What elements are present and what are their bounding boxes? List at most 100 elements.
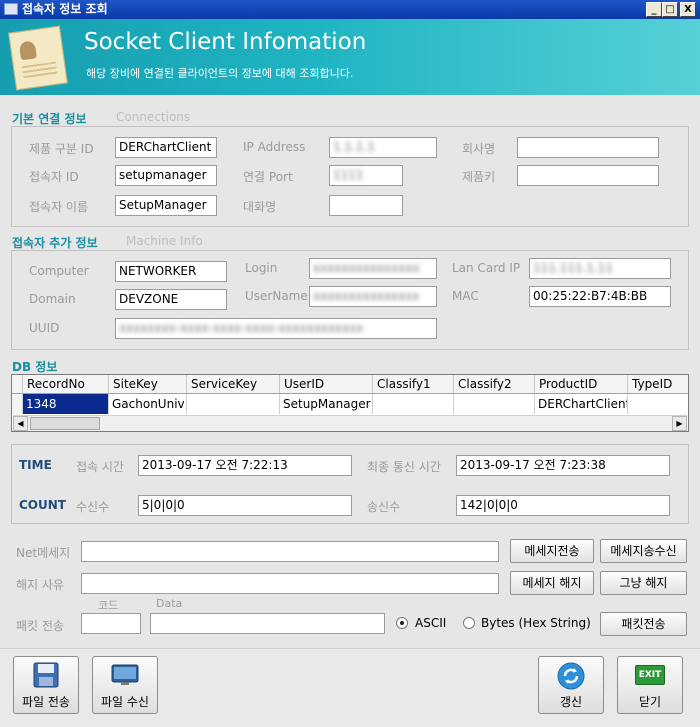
computer-field[interactable]: NETWORKER bbox=[115, 261, 227, 282]
column-header[interactable]: RecordNo bbox=[23, 375, 109, 394]
username-value: xxxxxxxxxxxxxxx bbox=[313, 289, 420, 303]
code-label: 코드 bbox=[98, 599, 119, 612]
username-label: UserName bbox=[245, 289, 308, 303]
send-receive-message-button[interactable]: 메세지송수신 bbox=[600, 539, 687, 563]
port-field[interactable]: 1111 bbox=[329, 165, 403, 186]
chat-name-field[interactable] bbox=[329, 195, 403, 216]
column-header[interactable]: SiteKey bbox=[109, 375, 187, 394]
packet-send-button[interactable]: 패킷전송 bbox=[600, 612, 687, 636]
column-header[interactable]: Classify2 bbox=[454, 375, 535, 394]
file-send-label: 파일 전송 bbox=[22, 695, 70, 709]
exit-icon: EXIT bbox=[635, 665, 665, 685]
ip-address-label: IP Address bbox=[243, 140, 306, 154]
profile-document-icon bbox=[8, 25, 68, 91]
refresh-icon bbox=[557, 662, 585, 690]
column-header[interactable]: TypeID bbox=[628, 375, 688, 394]
table-cell[interactable] bbox=[454, 394, 535, 414]
connect-time-field[interactable]: 2013-09-17 오전 7:22:13 bbox=[138, 455, 352, 476]
column-header[interactable]: ServiceKey bbox=[187, 375, 280, 394]
column-header[interactable]: ProductID bbox=[535, 375, 628, 394]
packet-code-input[interactable] bbox=[81, 613, 141, 634]
horizontal-scrollbar[interactable]: ◀ ▶ bbox=[13, 415, 687, 431]
table-cell[interactable] bbox=[373, 394, 454, 414]
computer-label: Computer bbox=[29, 264, 89, 278]
ip-address-value: 1.1.1.1 bbox=[333, 140, 375, 154]
banner-subtitle: 해당 장비에 연결된 클라이언트의 정보에 대해 조회합니다. bbox=[86, 67, 354, 80]
lan-card-ip-field[interactable]: 111.111.1.11 bbox=[529, 258, 671, 279]
floppy-disk-icon bbox=[33, 662, 59, 688]
uuid-label: UUID bbox=[29, 321, 60, 335]
ascii-radio-label: ASCII bbox=[415, 616, 447, 630]
db-info-header: DB 정보 bbox=[12, 360, 58, 374]
user-name-field[interactable]: SetupManager bbox=[115, 195, 217, 216]
file-send-button[interactable]: 파일 전송 bbox=[13, 656, 79, 714]
ip-address-field[interactable]: 1.1.1.1 bbox=[329, 137, 437, 158]
lan-card-ip-value: 111.111.1.11 bbox=[533, 261, 614, 275]
product-key-label: 제품키 bbox=[462, 170, 496, 184]
db-data-grid: RecordNo SiteKey ServiceKey UserID Class… bbox=[11, 374, 689, 432]
refresh-label: 갱신 bbox=[559, 695, 583, 709]
release-reason-input[interactable] bbox=[81, 573, 499, 594]
uuid-value: xxxxxxxx-xxxx-xxxx-xxxx-xxxxxxxxxxxx bbox=[119, 321, 364, 335]
scroll-thumb[interactable] bbox=[30, 417, 100, 430]
mac-field[interactable]: 00:25:22:B7:4B:BB bbox=[529, 286, 671, 307]
monitor-icon bbox=[111, 664, 139, 685]
row-header-cell[interactable] bbox=[12, 394, 23, 414]
login-label: Login bbox=[245, 261, 278, 275]
product-id-field[interactable]: DERChartClient bbox=[115, 137, 217, 158]
port-value: 1111 bbox=[333, 168, 364, 182]
company-label: 회사명 bbox=[462, 142, 496, 156]
release-with-message-button[interactable]: 메세지 해지 bbox=[510, 571, 594, 595]
lan-card-ip-label: Lan Card IP bbox=[452, 261, 521, 275]
user-name-label: 접속자 이름 bbox=[29, 200, 89, 214]
release-reason-label: 해지 사유 bbox=[16, 578, 64, 592]
packet-send-label: 패킷 전송 bbox=[16, 619, 64, 633]
hex-bytes-radio[interactable] bbox=[463, 617, 475, 629]
table-cell[interactable]: SetupManager bbox=[280, 394, 373, 414]
last-comm-time-label: 최종 통신 시간 bbox=[367, 460, 441, 474]
domain-field[interactable]: DEVZONE bbox=[115, 289, 227, 310]
company-field[interactable] bbox=[517, 137, 659, 158]
uuid-field[interactable]: xxxxxxxx-xxxx-xxxx-xxxx-xxxxxxxxxxxx bbox=[115, 318, 437, 339]
product-key-field[interactable] bbox=[517, 165, 659, 186]
connect-time-label: 접속 시간 bbox=[76, 460, 124, 474]
user-id-label: 접속자 ID bbox=[29, 170, 79, 184]
just-release-button[interactable]: 그냥 해지 bbox=[600, 571, 687, 595]
user-id-field[interactable]: setupmanager bbox=[115, 165, 217, 186]
count-label: COUNT bbox=[19, 498, 66, 512]
refresh-button[interactable]: 갱신 bbox=[538, 656, 604, 714]
username-field[interactable]: xxxxxxxxxxxxxxx bbox=[309, 286, 437, 307]
file-receive-label: 파일 수신 bbox=[101, 695, 149, 709]
ascii-radio[interactable] bbox=[396, 617, 408, 629]
login-field[interactable]: xxxxxxxxxxxxxxx bbox=[309, 258, 437, 279]
column-header[interactable]: Classify1 bbox=[373, 375, 454, 394]
recv-count-field[interactable]: 5|0|0|0 bbox=[138, 495, 352, 516]
domain-label: Domain bbox=[29, 292, 76, 306]
scroll-right-icon[interactable]: ▶ bbox=[672, 416, 687, 431]
table-cell[interactable] bbox=[187, 394, 280, 414]
file-receive-button[interactable]: 파일 수신 bbox=[92, 656, 158, 714]
send-count-field[interactable]: 142|0|0|0 bbox=[456, 495, 670, 516]
machine-info-header-en: Machine Info bbox=[126, 234, 203, 248]
packet-data-input[interactable] bbox=[150, 613, 385, 634]
connections-header: 기본 연결 정보 bbox=[12, 112, 87, 126]
machine-info-header: 접속자 추가 정보 bbox=[12, 236, 98, 250]
send-message-button[interactable]: 메세지전송 bbox=[510, 539, 594, 563]
scroll-left-icon[interactable]: ◀ bbox=[13, 416, 28, 431]
column-header[interactable]: UserID bbox=[280, 375, 373, 394]
mac-label: MAC bbox=[452, 289, 479, 303]
last-comm-time-field[interactable]: 2013-09-17 오전 7:23:38 bbox=[456, 455, 670, 476]
close-window-button[interactable]: X bbox=[680, 2, 696, 17]
minimize-button[interactable]: _ bbox=[646, 2, 662, 17]
net-message-label: Net메세지 bbox=[16, 546, 71, 560]
table-cell[interactable]: GachonUniv bbox=[109, 394, 187, 414]
port-label: 연결 Port bbox=[243, 170, 293, 184]
close-button[interactable]: EXIT 닫기 bbox=[617, 656, 683, 714]
net-message-input[interactable] bbox=[81, 541, 499, 562]
product-id-label: 제품 구분 ID bbox=[29, 142, 94, 156]
table-cell-selected[interactable]: 1348 bbox=[23, 394, 109, 414]
table-cell[interactable] bbox=[628, 394, 688, 414]
table-cell[interactable]: DERChartClient bbox=[535, 394, 628, 414]
login-value: xxxxxxxxxxxxxxx bbox=[313, 261, 420, 275]
maximize-button[interactable]: □ bbox=[662, 2, 678, 17]
